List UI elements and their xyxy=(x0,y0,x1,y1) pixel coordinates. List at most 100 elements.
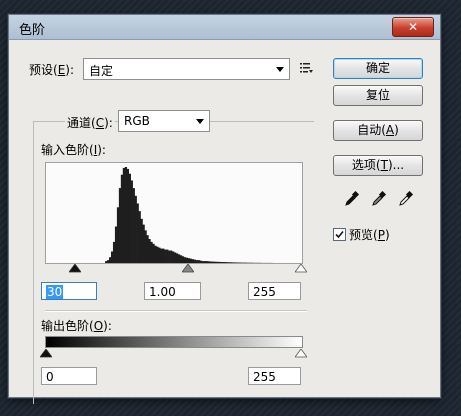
preset-label-post: ): xyxy=(65,63,75,77)
output-levels-label: 输出色阶(O): xyxy=(41,317,112,334)
histogram-bar xyxy=(193,259,196,263)
histogram-bar xyxy=(105,261,108,263)
histogram-bar xyxy=(170,250,173,263)
histogram-bar xyxy=(203,261,206,263)
preview-checkbox[interactable] xyxy=(333,228,346,241)
auto-label-pre: 自动( xyxy=(357,123,386,137)
histogram-bar xyxy=(156,246,159,263)
ok-button[interactable]: 确定 xyxy=(333,58,423,79)
histogram-bar xyxy=(179,255,183,263)
output-white-slider[interactable] xyxy=(295,349,307,358)
output-black-field[interactable]: 0 xyxy=(41,367,97,385)
input-black-slider[interactable] xyxy=(69,264,81,273)
histogram-bar xyxy=(233,262,236,263)
output-gradient-bar xyxy=(45,336,303,348)
histogram-bar xyxy=(229,262,232,263)
histogram-bar xyxy=(128,173,131,263)
close-button[interactable]: ✕ xyxy=(392,17,434,37)
preview-label-key: P xyxy=(377,228,385,242)
channel-label-key: C xyxy=(95,116,105,130)
checkmark-icon xyxy=(335,230,344,239)
close-icon: ✕ xyxy=(407,20,419,34)
preset-dropdown[interactable]: 自定 xyxy=(83,58,290,80)
histogram-bar xyxy=(227,262,230,263)
histogram-bar xyxy=(221,262,224,263)
output-white-field[interactable]: 255 xyxy=(248,367,301,385)
histogram-bar xyxy=(124,167,128,263)
levels-dialog: 色阶 ✕ 预设(E): 自定 确定 复位 自动(A) 选项(T)... 预览(P… xyxy=(8,14,441,404)
histogram-bar xyxy=(126,168,130,263)
dialog-client: 预设(E): 自定 确定 复位 自动(A) 选项(T)... 预览(P) 通道(… xyxy=(9,40,440,404)
histogram-bar xyxy=(175,253,179,263)
histogram-bar xyxy=(136,203,139,263)
histogram-bar xyxy=(134,195,137,263)
histogram-bar xyxy=(152,243,155,263)
histogram-bar xyxy=(154,245,157,263)
histogram-bar xyxy=(235,262,238,263)
preview-label-pre: 预览( xyxy=(349,228,378,242)
histogram-bar xyxy=(116,207,120,263)
title-bar[interactable]: 色阶 ✕ xyxy=(9,15,440,40)
histogram-bar xyxy=(177,254,181,263)
histogram-bar xyxy=(160,248,163,263)
output-levels-label-key: O xyxy=(93,319,104,333)
histogram-bar xyxy=(162,248,165,263)
input-white-slider[interactable] xyxy=(295,264,307,273)
histogram xyxy=(45,162,303,264)
histogram-bar xyxy=(132,188,135,263)
histogram-bar xyxy=(174,252,177,263)
section-divider xyxy=(45,310,307,312)
input-white-field[interactable]: 255 xyxy=(248,282,301,300)
histogram-bar xyxy=(187,258,191,263)
options-label-key: T xyxy=(380,158,388,172)
input-gamma-slider[interactable] xyxy=(182,264,194,273)
preview-label: 预览(P) xyxy=(349,226,390,243)
histogram-bar xyxy=(130,180,133,263)
histogram-bar xyxy=(231,262,234,263)
histogram-bar xyxy=(144,230,147,263)
histogram-bar xyxy=(205,261,208,263)
channel-label-post: ): xyxy=(104,116,113,130)
histogram-bar xyxy=(109,257,112,263)
preset-label: 预设(E): xyxy=(29,61,74,78)
histogram-bar xyxy=(118,188,122,263)
histogram-bar xyxy=(219,261,222,263)
histogram-bar xyxy=(166,249,169,263)
output-levels-label-pre: 输出色阶( xyxy=(41,319,94,333)
reset-button[interactable]: 复位 xyxy=(333,85,423,106)
auto-label-key: A xyxy=(385,123,395,137)
histogram-bar xyxy=(164,249,167,263)
channel-dropdown[interactable]: RGB xyxy=(118,110,210,132)
histogram-bar xyxy=(107,260,110,263)
black-point-eyedropper-icon[interactable] xyxy=(344,191,360,207)
histogram-bar xyxy=(172,251,175,263)
preview-label-post: ) xyxy=(384,228,390,242)
histogram-bar xyxy=(158,247,161,263)
histogram-bar xyxy=(110,251,114,263)
auto-button[interactable]: 自动(A) xyxy=(333,120,423,141)
histogram-bar xyxy=(197,260,200,263)
options-label-pre: 选项( xyxy=(351,158,381,172)
channel-label-pre: 通道( xyxy=(67,116,96,130)
channel-value: RGB xyxy=(124,114,150,128)
input-black-field[interactable]: 30 xyxy=(41,282,97,300)
histogram-bar xyxy=(142,224,145,263)
input-gamma-field[interactable]: 1.00 xyxy=(144,282,201,300)
histogram-bar xyxy=(189,258,193,263)
histogram-bar xyxy=(183,257,187,263)
histogram-bar xyxy=(201,261,204,263)
chevron-down-icon xyxy=(276,67,284,72)
preset-options-menu-icon[interactable] xyxy=(300,62,314,74)
preset-value: 自定 xyxy=(89,64,114,78)
histogram-bar xyxy=(217,261,220,263)
options-button[interactable]: 选项(T)... xyxy=(333,155,423,176)
histogram-bar xyxy=(122,167,126,263)
input-levels-label-pre: 输入色阶( xyxy=(41,143,94,157)
input-levels-label-post: ): xyxy=(97,143,106,157)
histogram-bar xyxy=(148,239,151,263)
histogram-bar xyxy=(112,241,116,263)
gray-point-eyedropper-icon[interactable] xyxy=(371,191,387,207)
histogram-plot xyxy=(105,167,273,263)
white-point-eyedropper-icon[interactable] xyxy=(398,191,414,207)
output-black-slider[interactable] xyxy=(40,349,52,358)
